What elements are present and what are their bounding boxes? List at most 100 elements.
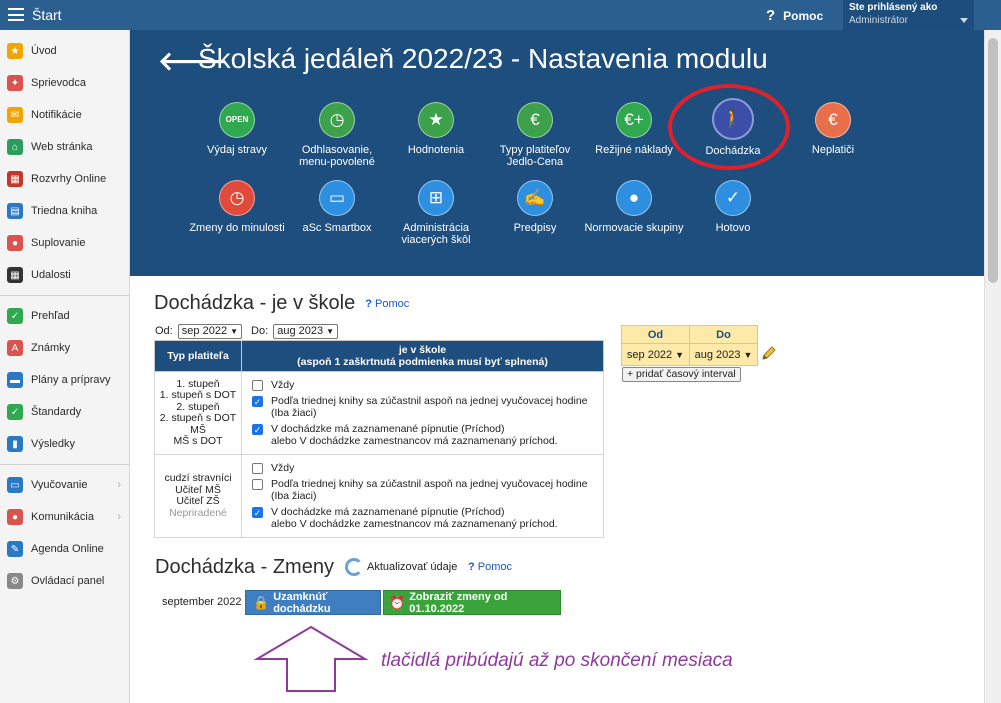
tile-label: Neplatiči [811, 144, 855, 156]
module-header: 🡐 Školská jedáleň 2022/23 - Nastavenia m… [130, 30, 984, 276]
module-tile-11[interactable]: ● Normovacie skupiny [584, 180, 684, 234]
module-tile-12[interactable]: ✓ Hotovo [683, 180, 783, 234]
interval-to-select[interactable]: aug 2023 ▼ [695, 349, 753, 361]
lock-icon: 🔒 [253, 594, 270, 610]
sidebar-item-3[interactable]: ⌂ Web stránka [0, 131, 129, 163]
scrollbar-thumb[interactable] [988, 38, 998, 283]
tile-icon: OPEN [219, 102, 255, 138]
sidebar-item-16[interactable]: ⚙ Ovládací panel [0, 565, 129, 597]
chevron-down-icon: ▼ [743, 349, 753, 360]
module-tile-3[interactable]: € Typy platiteľov Jedlo-Cena [485, 102, 585, 168]
tile-icon: ⊞ [418, 180, 454, 216]
sidebar-item-label: Ovládací panel [31, 575, 105, 587]
class-book-checkbox[interactable] [252, 479, 263, 490]
sidebar-item-8[interactable]: ✓ Prehľad [0, 300, 129, 332]
user-menu[interactable]: Ste prihlásený ako Administrátor [843, 0, 974, 30]
sidebar-item-14[interactable]: ● Komunikácia › [0, 501, 129, 533]
attendance-checkbox[interactable]: ✓ [252, 424, 263, 435]
module-tile-8[interactable]: ▭ aSc Smartbox [287, 180, 387, 234]
sidebar-item-13[interactable]: ▭ Vyučovanie › [0, 469, 129, 501]
sidebar-item-label: Úvod [31, 45, 57, 57]
tile-icon: ✍ [517, 180, 553, 216]
interval-from-value: sep 2022 [626, 348, 673, 361]
condition-always: Vždy [252, 379, 597, 391]
menu-icon[interactable] [8, 8, 24, 21]
sidebar-item-11[interactable]: ✓ Štandardy [0, 396, 129, 428]
attendance-help-link[interactable]: ? Pomoc [365, 298, 409, 310]
condition-line1: V dochádzke má zaznamenané pípnutie (Prí… [271, 506, 505, 518]
module-tile-0[interactable]: OPEN Výdaj stravy [187, 102, 287, 156]
sidebar-item-6[interactable]: ● Suplovanie [0, 227, 129, 259]
sidebar-item-label: Plány a prípravy [31, 374, 111, 386]
clock-icon: ⏰ [389, 594, 406, 610]
condition-class-book: ✓ Podľa triednej knihy sa zúčastnil aspoň… [252, 395, 597, 419]
payer-types-group1: 1. stupeň 1. stupeň s DOT 2. stupeň 2. s… [154, 371, 242, 455]
module-tile-9[interactable]: ⊞ Administrácia viacerých škôl [386, 180, 486, 246]
refresh-button[interactable]: Aktualizovať údaje [345, 558, 457, 576]
grade-icon: A [7, 340, 23, 356]
show-changes-button[interactable]: ⏰ Zobraziť zmeny od 01.10.2022 [383, 590, 561, 615]
sidebar-item-12[interactable]: ▮ Výsledky [0, 428, 129, 460]
sidebar-divider [0, 295, 129, 296]
to-select[interactable]: aug 2023 ▼ [273, 324, 339, 339]
lock-attendance-button[interactable]: 🔒 Uzamknúť dochádzku [245, 590, 381, 615]
home-icon: ⌂ [7, 139, 23, 155]
condition-label: Vždy [271, 462, 295, 474]
condition-label: Vždy [271, 379, 295, 391]
sidebar-divider [0, 464, 129, 465]
always-checkbox[interactable] [252, 380, 263, 391]
tile-icon: € [517, 102, 553, 138]
to-label: Do: [251, 325, 269, 337]
module-tile-2[interactable]: ★ Hodnotenia [386, 102, 486, 156]
attendance-checkbox[interactable]: ✓ [252, 507, 263, 518]
changes-help-label: Pomoc [477, 561, 513, 573]
module-tile-6[interactable]: € Neplatiči [783, 102, 883, 156]
start-link[interactable]: Štart [32, 7, 62, 23]
sidebar-item-0[interactable]: ★ Úvod [0, 35, 129, 67]
class-book-checkbox[interactable]: ✓ [252, 396, 263, 407]
sidebar-item-7[interactable]: ▦ Udalosti [0, 259, 129, 291]
person-icon: ● [7, 235, 23, 251]
sidebar-item-2[interactable]: ✉ Notifikácie [0, 99, 129, 131]
module-tile-4[interactable]: €+ Režijné náklady [584, 102, 684, 156]
sidebar-item-9[interactable]: A Známky [0, 332, 129, 364]
sidebar-item-15[interactable]: ✎ Agenda Online [0, 533, 129, 565]
sidebar-item-label: Suplovanie [31, 237, 86, 249]
condition-class-book: Podľa triednej knihy sa zúčastnil aspoň … [252, 478, 597, 502]
module-tile-10[interactable]: ✍ Predpisy [485, 180, 585, 234]
sidebar-item-5[interactable]: ▤ Triedna kniha [0, 195, 129, 227]
check-circle-icon: ✓ [7, 308, 23, 324]
always-checkbox[interactable] [252, 463, 263, 474]
changes-help-link[interactable]: ? Pomoc [468, 561, 512, 573]
sidebar-item-1[interactable]: ✦ Sprievodca [0, 67, 129, 99]
condition-line2: alebo V dochádzke zamestnancov má zaznam… [271, 518, 558, 530]
sidebar-item-label: Notifikácie [31, 109, 82, 121]
to-select-value: aug 2023 [277, 325, 324, 337]
chevron-right-icon: › [117, 479, 121, 491]
col-in-school-subtitle: (aspoň 1 zaškrtnutá podmienka musí byť s… [297, 356, 548, 368]
tile-icon: € [815, 102, 851, 138]
refresh-label: Aktualizovať údaje [367, 561, 458, 573]
sidebar-item-label: Sprievodca [31, 77, 87, 89]
module-tile-7[interactable]: ◷ Zmeny do minulosti [187, 180, 287, 234]
page-title: Školská jedáleň 2022/23 - Nastavenia mod… [198, 43, 768, 74]
tile-label: Hodnotenia [407, 144, 465, 156]
condition-label: Podľa triednej knihy sa zúčastnil aspoň … [271, 478, 588, 502]
gear-icon: ⚙ [7, 573, 23, 589]
pencil-icon[interactable] [761, 345, 777, 361]
module-tile-5[interactable]: 🚶 Dochádzka [683, 98, 783, 157]
tile-icon: ★ [418, 102, 454, 138]
module-tile-1[interactable]: ◷ Odhlasovanie, menu-povolené [287, 102, 387, 168]
sidebar-item-4[interactable]: ▦ Rozvrhy Online [0, 163, 129, 195]
unassigned-label: Nepriradené [169, 506, 227, 519]
help-button[interactable]: ? Pomoc [766, 7, 823, 24]
col-in-school: je v škole (aspoň 1 zaškrtnutá podmienka … [241, 340, 604, 372]
scrollbar[interactable] [984, 30, 1001, 703]
add-interval-button[interactable]: + pridať časový interval [622, 367, 741, 382]
interval-from-select[interactable]: sep 2022 ▼ [627, 349, 684, 361]
tile-label: Režijné náklady [595, 144, 673, 156]
sidebar-item-10[interactable]: ▬ Plány a prípravy [0, 364, 129, 396]
condition-attendance: ✓ V dochádzke má zaznamenané pípnutie (Pr… [252, 423, 597, 447]
tile-icon: ▭ [319, 180, 355, 216]
from-select[interactable]: sep 2022 ▼ [177, 324, 242, 339]
